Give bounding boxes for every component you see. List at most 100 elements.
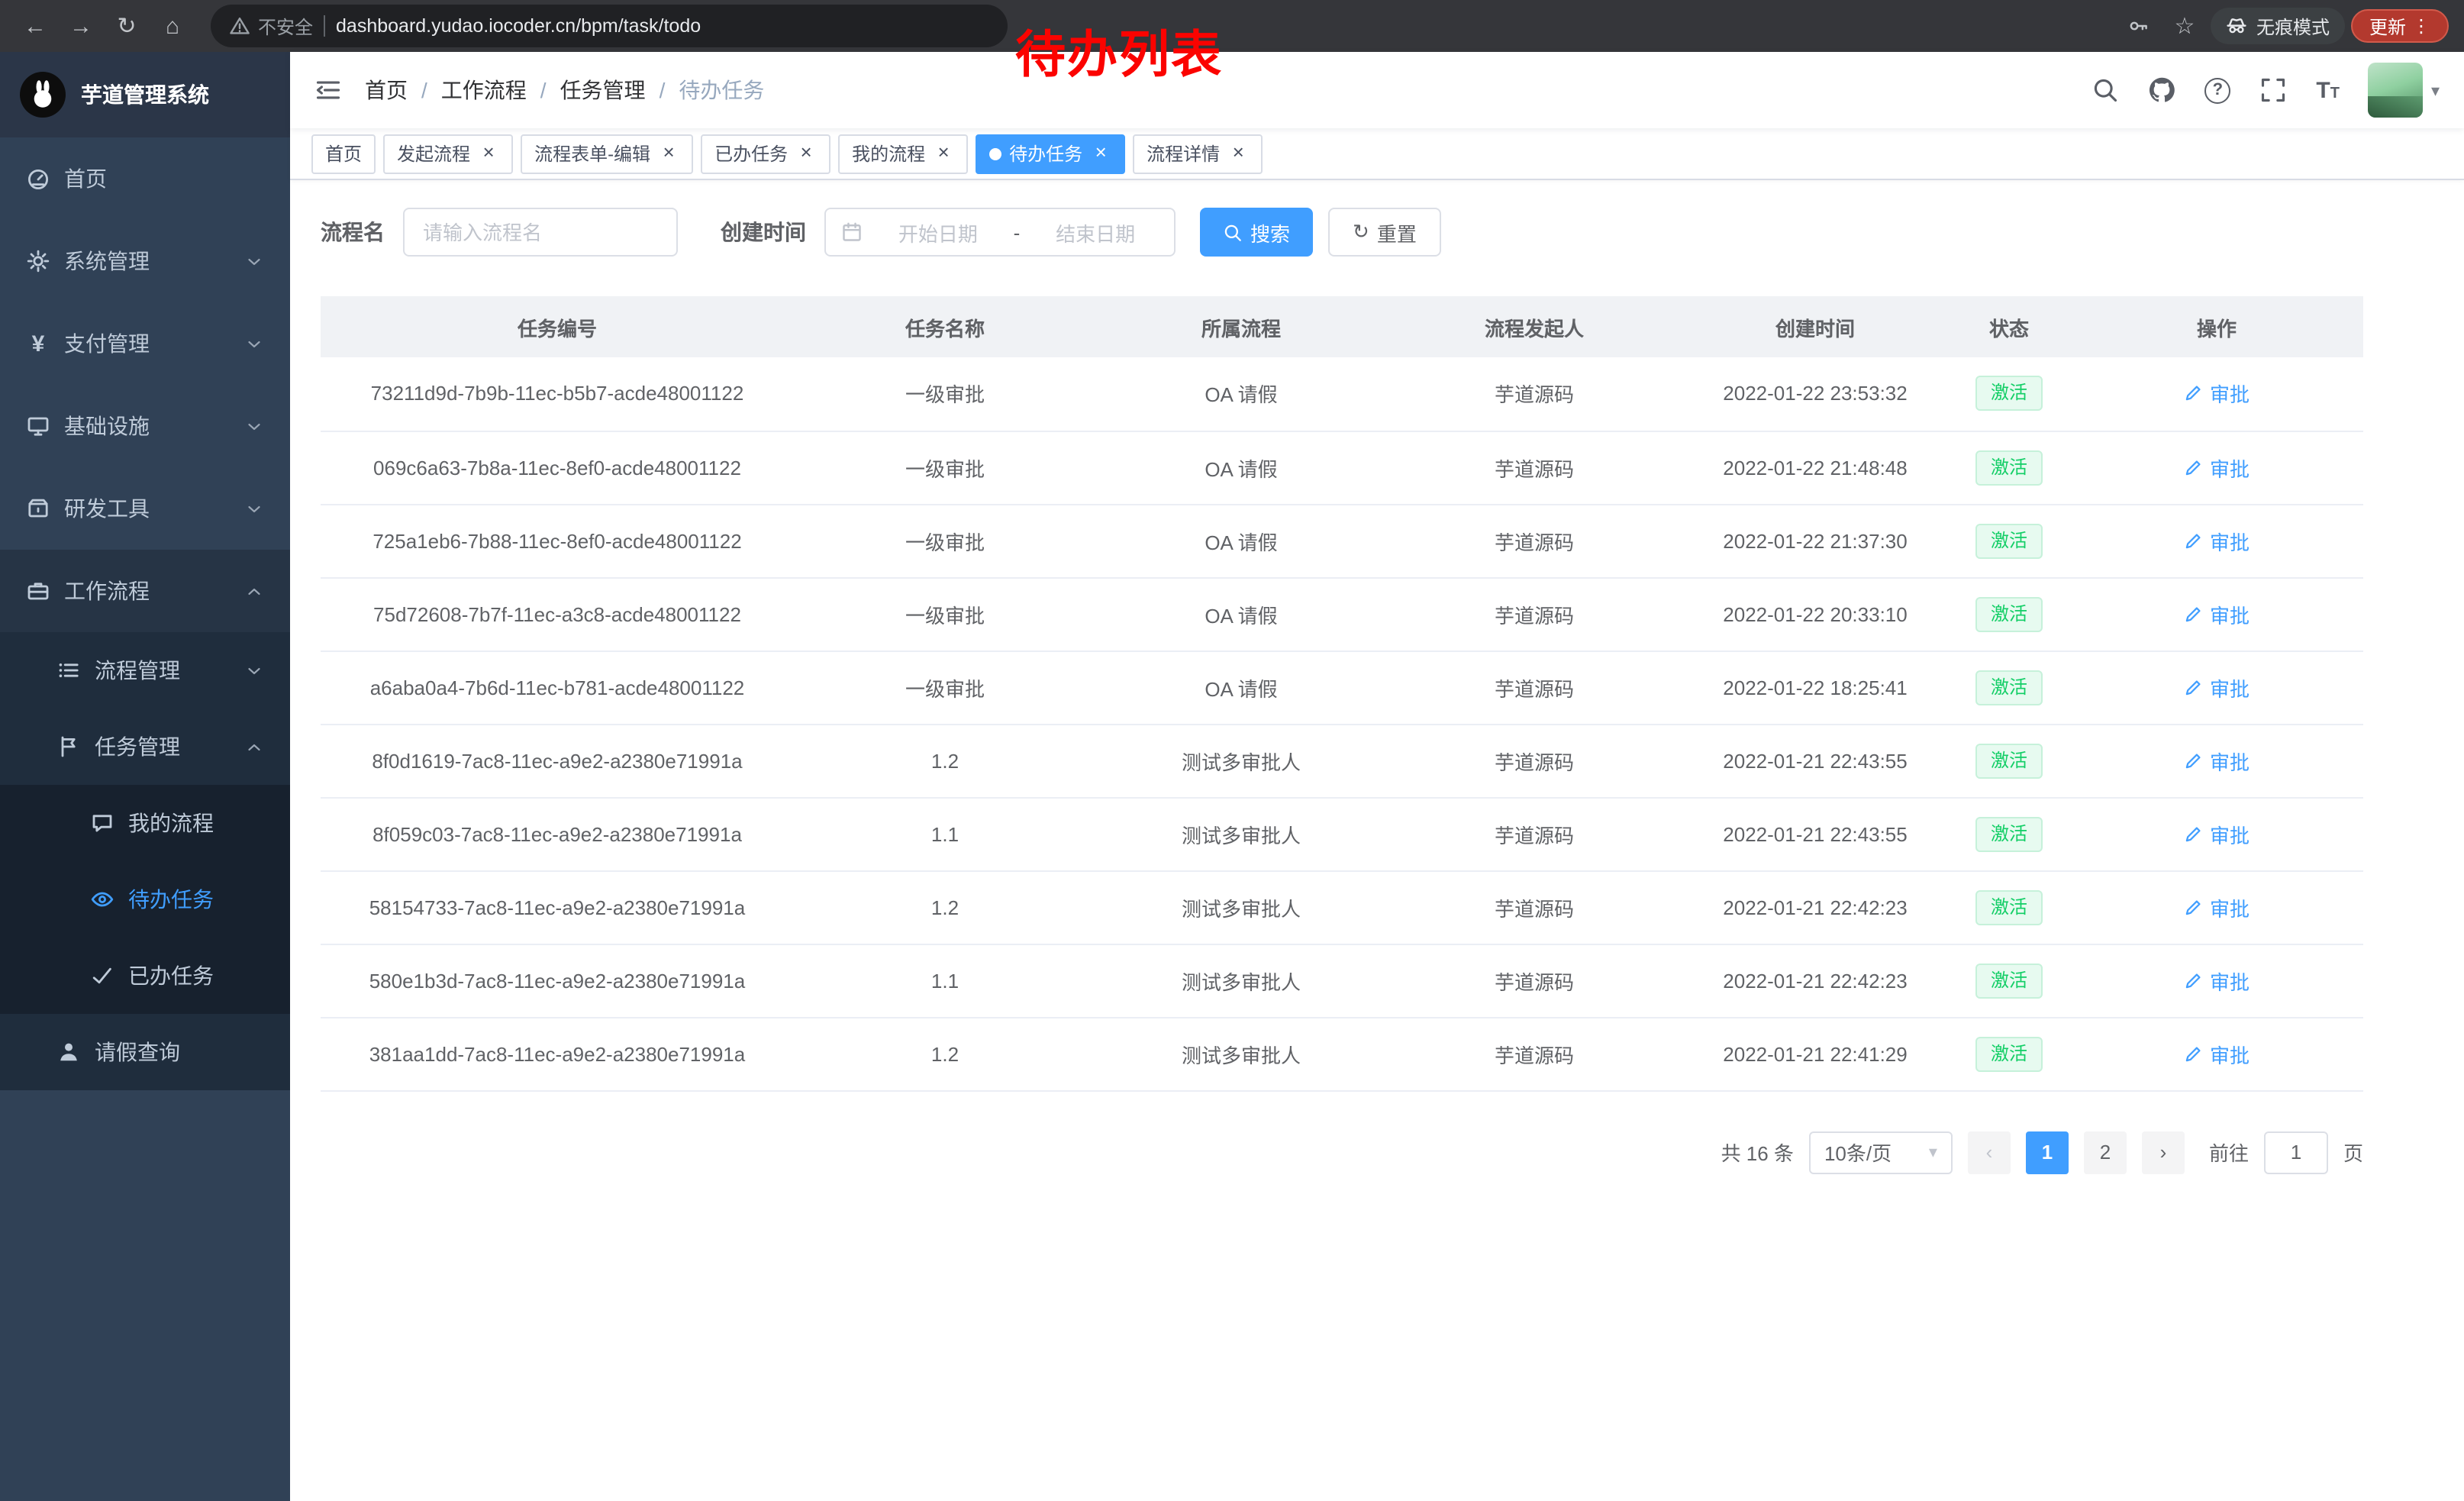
table-row: 75d72608-7b7f-11ec-a3c8-acde48001122一级审批… — [321, 577, 2363, 650]
tab-close-icon[interactable]: × — [658, 143, 679, 164]
check-icon — [90, 964, 114, 988]
sidebar-item-done-tasks[interactable]: 已办任务 — [0, 938, 290, 1014]
breadcrumb-item[interactable]: 任务管理 — [560, 75, 646, 105]
tab-close-icon[interactable]: × — [933, 143, 954, 164]
help-icon[interactable]: ? — [2204, 77, 2230, 103]
cell-create-time: 2022-01-22 23:53:32 — [1682, 357, 1948, 431]
fullscreen-icon[interactable] — [2259, 76, 2287, 104]
approve-link[interactable]: 审批 — [2184, 673, 2250, 702]
date-range-separator: - — [1014, 221, 1021, 244]
cell-create-time: 2022-01-21 22:41:29 — [1682, 1017, 1948, 1090]
approve-link[interactable]: 审批 — [2184, 966, 2250, 995]
page-size-select[interactable]: 10条/页 ▾ — [1809, 1131, 1953, 1173]
breadcrumb-item[interactable]: 首页 — [365, 75, 408, 105]
table-row: 381aa1dd-7ac8-11ec-a9e2-a2380e71991a1.2测… — [321, 1017, 2363, 1090]
bookmark-star-icon[interactable]: ☆ — [2165, 6, 2204, 46]
font-size-icon[interactable]: TT — [2316, 79, 2340, 102]
sidebar-item-label: 流程管理 — [95, 655, 231, 686]
browser-update-button[interactable]: 更新 ⋮ — [2351, 9, 2449, 43]
approve-link[interactable]: 审批 — [2184, 379, 2250, 408]
user-menu[interactable]: ▾ — [2369, 63, 2440, 118]
tab-2[interactable]: 流程表单-编辑× — [521, 134, 693, 173]
sidebar-item-my-processes[interactable]: 我的流程 — [0, 785, 290, 861]
process-name-input[interactable] — [403, 208, 678, 257]
approve-link[interactable]: 审批 — [2184, 1039, 2250, 1068]
avatar[interactable] — [2369, 63, 2424, 118]
filter-form: 流程名 创建时间 开始日期 - 结束日期 — [321, 208, 2363, 257]
cell-task-name: 1.2 — [794, 1017, 1096, 1090]
sidebar-item-label: 首页 — [64, 163, 264, 194]
cell-status: 激活 — [1948, 431, 2070, 504]
breadcrumb-separator: / — [660, 78, 666, 102]
tab-0[interactable]: 首页 — [311, 134, 376, 173]
tab-close-icon[interactable]: × — [1090, 143, 1111, 164]
tab-6[interactable]: 流程详情× — [1133, 134, 1263, 173]
cell-create-time: 2022-01-21 22:42:23 — [1682, 870, 1948, 944]
page-url: dashboard.yudao.iocoder.cn/bpm/task/todo — [336, 15, 701, 37]
sidebar-item-leave-query[interactable]: 请假查询 — [0, 1014, 290, 1090]
pencil-icon — [2184, 1044, 2204, 1064]
col-process: 所属流程 — [1096, 296, 1386, 357]
page-button-2[interactable]: 2 — [2084, 1131, 2127, 1173]
tab-3[interactable]: 已办任务× — [701, 134, 830, 173]
tab-label: 我的流程 — [852, 140, 925, 166]
more-menu-icon[interactable]: ⋮ — [2412, 15, 2430, 37]
tab-label: 发起流程 — [397, 140, 470, 166]
cell-process: 测试多审批人 — [1096, 870, 1386, 944]
app-logo[interactable]: 芋道管理系统 — [0, 52, 290, 137]
sidebar-item-process-management[interactable]: 流程管理 — [0, 632, 290, 709]
cell-status: 激活 — [1948, 797, 2070, 870]
browser-home-button[interactable]: ⌂ — [153, 6, 192, 46]
approve-link[interactable]: 审批 — [2184, 893, 2250, 922]
tab-4[interactable]: 我的流程 × — [838, 134, 968, 173]
search-icon[interactable] — [2091, 76, 2119, 104]
search-button[interactable]: 搜索 — [1200, 208, 1313, 257]
sidebar-item-task-management[interactable]: 任务管理 — [0, 709, 290, 785]
cell-initiator: 芋道源码 — [1386, 797, 1682, 870]
sidebar-item-devtools[interactable]: 研发工具 — [0, 467, 290, 550]
approve-link[interactable]: 审批 — [2184, 526, 2250, 555]
approve-link[interactable]: 审批 — [2184, 599, 2250, 628]
collapse-sidebar-icon[interactable] — [314, 76, 342, 104]
breadcrumb-item[interactable]: 工作流程 — [441, 75, 527, 105]
chevron-down-icon — [244, 251, 264, 271]
tab-5[interactable]: 待办任务× — [976, 134, 1125, 173]
approve-link[interactable]: 审批 — [2184, 453, 2250, 482]
reset-button[interactable]: ↻ 重置 — [1328, 208, 1441, 257]
tab-1[interactable]: 发起流程 × — [383, 134, 513, 173]
status-badge: 激活 — [1975, 889, 2043, 925]
security-indicator[interactable]: 不安全 — [229, 13, 313, 39]
approve-link[interactable]: 审批 — [2184, 819, 2250, 848]
address-bar[interactable]: 不安全 dashboard.yudao.iocoder.cn/bpm/task/… — [211, 5, 1008, 47]
browser-back-button[interactable]: ← — [15, 6, 55, 46]
sidebar-item-infrastructure[interactable]: 基础设施 — [0, 385, 290, 467]
next-page-button[interactable]: › — [2142, 1131, 2185, 1173]
approve-link[interactable]: 审批 — [2184, 746, 2250, 775]
create-time-range-picker[interactable]: 开始日期 - 结束日期 — [824, 208, 1176, 257]
browser-reload-button[interactable]: ↻ — [107, 6, 147, 46]
sidebar-item-system[interactable]: 系统管理 — [0, 220, 290, 302]
sidebar-item-home[interactable]: 首页 — [0, 137, 290, 220]
cell-actions: 审批 — [2070, 357, 2363, 431]
pencil-icon — [2184, 531, 2204, 550]
sidebar-item-todo-tasks[interactable]: 待办任务 — [0, 861, 290, 938]
table-row: 580e1b3d-7ac8-11ec-a9e2-a2380e71991a1.1测… — [321, 944, 2363, 1017]
prev-page-button[interactable]: ‹ — [1968, 1131, 2011, 1173]
github-icon[interactable] — [2148, 76, 2175, 104]
tab-close-icon[interactable]: × — [1227, 143, 1249, 164]
password-key-icon[interactable] — [2119, 6, 2159, 46]
page-button-1[interactable]: 1 — [2026, 1131, 2069, 1173]
goto-page-input[interactable] — [2264, 1131, 2328, 1173]
cell-task-id: 069c6a63-7b8a-11ec-8ef0-acde48001122 — [321, 431, 794, 504]
cell-process: OA 请假 — [1096, 431, 1386, 504]
sidebar-item-workflow[interactable]: 工作流程 — [0, 550, 290, 632]
tab-close-icon[interactable]: × — [795, 143, 817, 164]
cell-task-id: 8f059c03-7ac8-11ec-a9e2-a2380e71991a — [321, 797, 794, 870]
tab-close-icon[interactable]: × — [478, 143, 499, 164]
cell-task-name: 1.2 — [794, 724, 1096, 797]
cell-create-time: 2022-01-21 22:43:55 — [1682, 797, 1948, 870]
magnifier-icon — [1223, 222, 1243, 242]
sidebar-item-payment[interactable]: ¥ 支付管理 — [0, 302, 290, 385]
browser-forward-button[interactable]: → — [61, 6, 101, 46]
cell-process: 测试多审批人 — [1096, 797, 1386, 870]
